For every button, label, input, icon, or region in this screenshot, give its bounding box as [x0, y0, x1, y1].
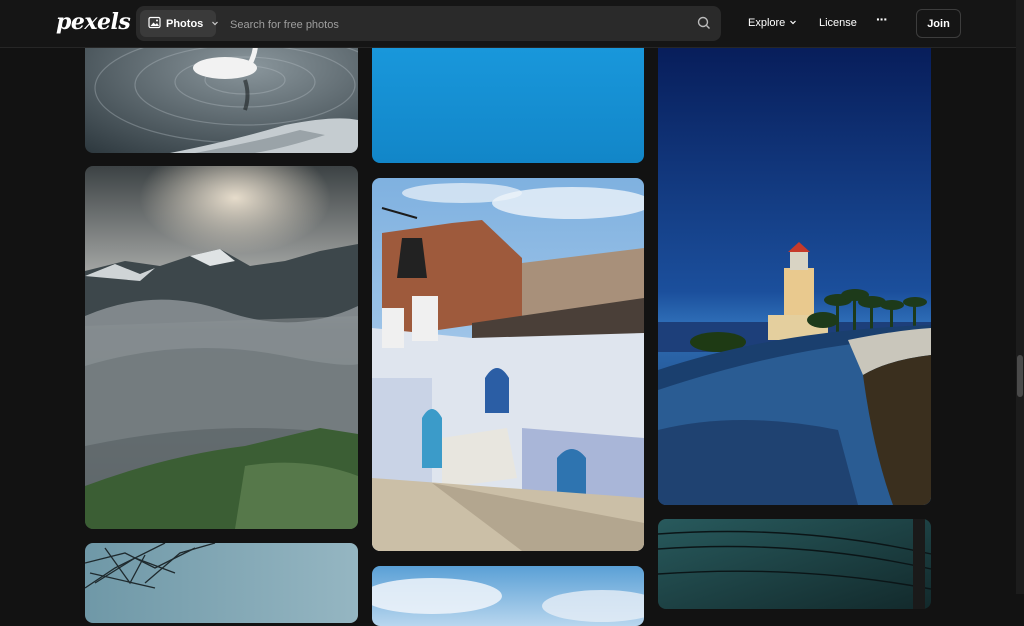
explore-menu[interactable]: Explore: [748, 17, 797, 29]
blue-village-photo[interactable]: [372, 178, 644, 551]
lighthouse-photo[interactable]: [658, 30, 931, 505]
search-type-dropdown[interactable]: Photos: [140, 10, 219, 37]
search-bar: Photos: [136, 6, 721, 41]
chevron-down-icon: [789, 17, 797, 29]
street-wires-photo[interactable]: [658, 519, 931, 609]
search-input[interactable]: [228, 14, 672, 35]
more-options-icon[interactable]: ···: [876, 11, 888, 27]
search-icon[interactable]: [697, 16, 711, 35]
mountain-fog-photo[interactable]: [85, 166, 358, 529]
swan-photo[interactable]: [85, 30, 358, 153]
top-navigation-bar: pexels Photos Explore License ··· Join: [0, 0, 1016, 48]
pexels-logo[interactable]: pexels: [56, 9, 131, 35]
image-icon: [148, 16, 161, 32]
scrollbar-thumb[interactable]: [1017, 355, 1023, 397]
page-scrollbar[interactable]: [1016, 0, 1024, 594]
tree-branches-photo[interactable]: [85, 543, 358, 623]
search-type-label: Photos: [166, 17, 204, 30]
license-link[interactable]: License: [819, 17, 857, 29]
blue-sky-photo[interactable]: [372, 30, 644, 163]
chevron-down-icon: [211, 18, 219, 30]
explore-label: Explore: [748, 17, 786, 29]
bright-sky-photo[interactable]: [372, 566, 644, 626]
join-button[interactable]: Join: [916, 9, 961, 38]
